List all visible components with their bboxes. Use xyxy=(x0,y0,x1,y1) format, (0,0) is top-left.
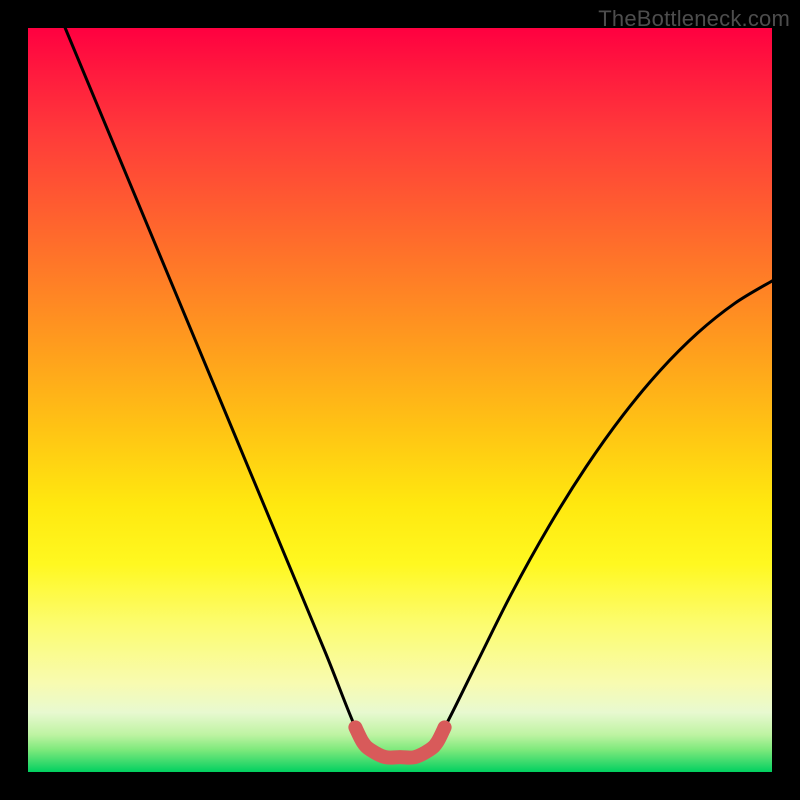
curve-svg xyxy=(28,28,772,772)
plot-area xyxy=(28,28,772,772)
optimal-range-marker xyxy=(355,727,444,757)
chart-frame: TheBottleneck.com xyxy=(0,0,800,800)
bottleneck-curve xyxy=(65,28,772,757)
